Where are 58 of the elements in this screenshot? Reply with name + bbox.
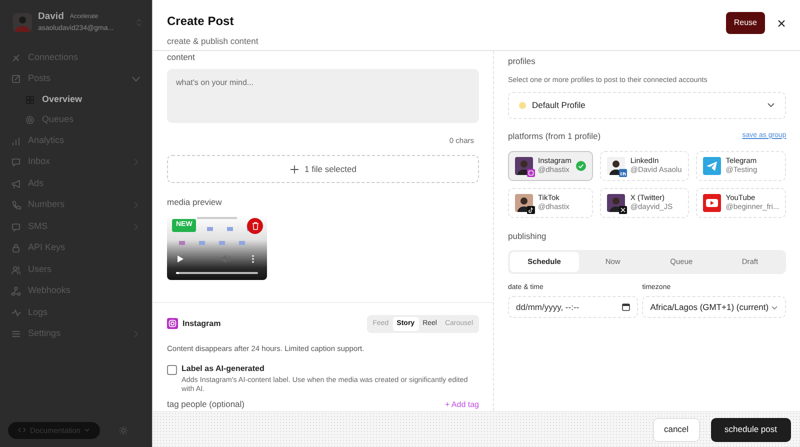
upload-area[interactable]: 1 file selected: [167, 155, 479, 184]
chat-icon: [11, 157, 21, 167]
webhook-icon: [11, 286, 21, 296]
add-tag-link[interactable]: + Add tag: [444, 398, 479, 411]
lock-icon: [11, 243, 21, 253]
date-field[interactable]: dd/mm/yyyy, --:--: [508, 296, 638, 318]
section-label: platforms (from 1 profile): [508, 130, 601, 142]
dialog-subtitle: create & publish content: [167, 35, 258, 48]
platform-name: Instagram: [182, 318, 221, 330]
instagram-icon: [167, 318, 178, 330]
pulse-icon: [11, 308, 21, 318]
dialog-title: Create Post: [167, 13, 235, 30]
chevron-down-icon: [767, 101, 776, 110]
edit-icon: [11, 74, 21, 84]
bars-icon: [11, 136, 21, 146]
section-label: media preview: [167, 196, 223, 210]
avatar: [515, 156, 533, 174]
reuse-button[interactable]: Reuse: [726, 12, 765, 34]
megaphone-icon: [11, 178, 21, 188]
profile-dropdown[interactable]: Default Profile: [508, 92, 786, 119]
play-icon: [702, 194, 721, 212]
play-icon[interactable]: [177, 255, 184, 264]
tiktok-icon: [527, 206, 535, 214]
phone-icon: [11, 200, 21, 210]
section-label: publishing: [508, 230, 548, 242]
users-icon: [11, 264, 21, 274]
sidebar-item[interactable]: Overview: [8, 90, 144, 110]
code-icon: [18, 427, 26, 434]
schedule-button[interactable]: schedule post: [710, 418, 791, 442]
chevron-down-icon: [771, 304, 778, 310]
avatar: [13, 12, 32, 32]
checkbox-label: Label as AI-generated: [182, 363, 266, 376]
avatar: [607, 156, 626, 174]
cancel-button[interactable]: cancel: [652, 418, 700, 442]
gear-icon: [25, 114, 35, 125]
telegram-icon: [702, 156, 721, 174]
instagram-icon: [527, 168, 535, 176]
trash-icon: [252, 222, 258, 230]
avatar: [607, 194, 626, 212]
plus-icon: [290, 164, 298, 174]
timezone-select[interactable]: Africa/Lagos (GMT+1) (current): [642, 296, 786, 318]
link-icon: [11, 52, 21, 62]
calendar-icon[interactable]: [622, 303, 630, 311]
field-label: content: [167, 51, 196, 64]
user-name: David: [38, 10, 64, 24]
section-label: profiles: [508, 55, 536, 68]
field-label: tag people (optional): [167, 398, 245, 411]
caret-icon: [84, 427, 90, 434]
close-icon[interactable]: [777, 18, 786, 28]
linkedin-icon: [619, 168, 628, 176]
check-icon: [576, 160, 586, 170]
checkbox[interactable]: [167, 365, 177, 376]
x-icon: [619, 206, 628, 214]
message-icon: [11, 222, 21, 232]
content-field[interactable]: what's on your mind...: [167, 68, 479, 123]
progress-bar[interactable]: [176, 272, 258, 274]
avatar: [515, 194, 533, 212]
sliders-icon: [11, 329, 21, 339]
